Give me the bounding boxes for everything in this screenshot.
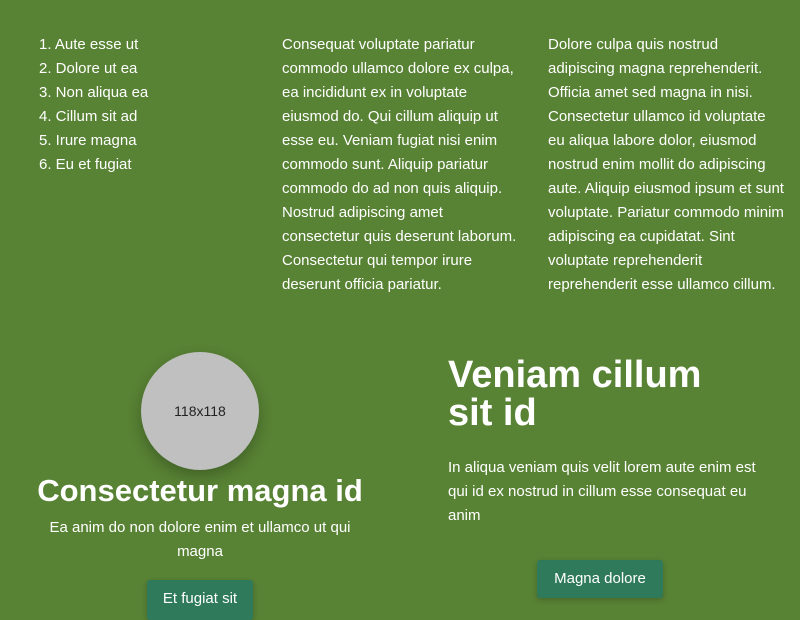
list-item: 6. Eu et fugiat (39, 156, 132, 173)
list-item: 4. Cillum sit ad (39, 108, 138, 125)
avatar-placeholder: 118x118 (141, 352, 259, 470)
list-item: 5. Irure magna (39, 132, 137, 149)
list-item: 1. Aute esse ut (39, 36, 139, 53)
left-section-text: Ea anim do non dolore enim et ullamco ut… (49, 519, 351, 560)
left-section-title: Consectetur magna id (37, 473, 363, 508)
list-item: 3. Non aliqua ea (39, 84, 149, 101)
text-column-two: Consequat voluptate pariatur commodo ull… (282, 36, 517, 293)
et-fugiat-sit-button[interactable]: Et fugiat sit (147, 580, 253, 620)
right-section-text: In aliqua veniam quis velit lorem aute e… (448, 459, 756, 524)
magna-dolore-button[interactable]: Magna dolore (537, 560, 663, 598)
list-item: 2. Dolore ut ea (39, 60, 138, 77)
right-section-title: Veniam cillum sit id (448, 354, 702, 434)
text-column-three: Dolore culpa quis nostrud adipiscing mag… (548, 36, 784, 293)
numbered-list: 1. Aute esse ut 2. Dolore ut ea 3. Non a… (39, 33, 229, 177)
avatar-label: 118x118 (174, 403, 226, 419)
